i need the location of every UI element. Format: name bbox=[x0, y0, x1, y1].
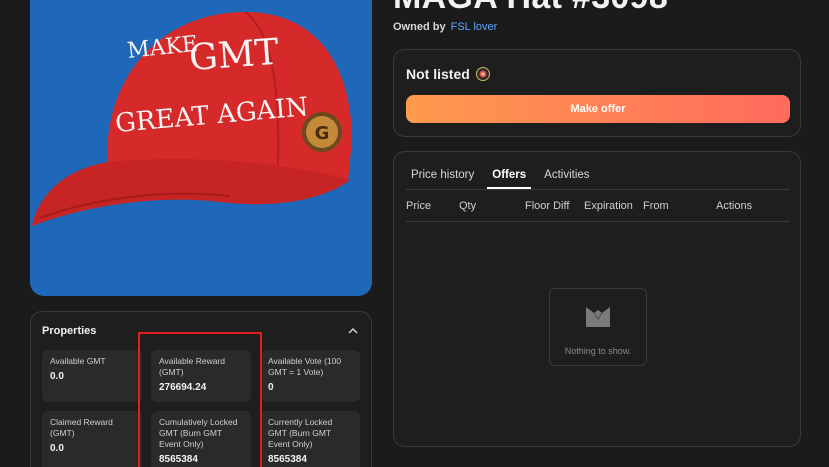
listing-status: Not listed bbox=[406, 66, 490, 82]
tab-price-history[interactable]: Price history bbox=[406, 169, 479, 189]
listing-status-text: Not listed bbox=[406, 66, 470, 82]
property-value: 0.0 bbox=[50, 371, 64, 382]
tab-activities[interactable]: Activities bbox=[539, 169, 594, 189]
properties-panel: Properties Available GMT 0.0 Available R… bbox=[30, 311, 372, 467]
property-value: 276694.24 bbox=[159, 382, 207, 393]
column-actions: Actions bbox=[716, 200, 753, 212]
property-claimed-reward: Claimed Reward (GMT) 0.0 bbox=[42, 411, 142, 467]
column-floor-diff: Floor Diff bbox=[525, 200, 570, 212]
tabs-divider bbox=[406, 189, 790, 190]
column-price: Price bbox=[406, 200, 432, 212]
chevron-up-icon[interactable] bbox=[347, 324, 359, 336]
property-label: Available Reward (GMT) bbox=[159, 356, 225, 377]
property-available-vote: Available Vote (100 GMT = 1 Vote) 0 bbox=[260, 350, 360, 402]
table-header-divider bbox=[406, 221, 790, 222]
property-available-gmt: Available GMT 0.0 bbox=[42, 350, 142, 402]
property-label: Cumulatively Locked GMT (Burn GMT Event … bbox=[159, 417, 238, 449]
offers-tabs: Price history Offers Activities bbox=[406, 169, 603, 189]
owner-line: Owned by FSL lover bbox=[393, 21, 497, 33]
hat-illustration: MAKE GMT GREAT AGAIN G bbox=[30, 0, 372, 296]
property-label: Currently Locked GMT (Burn GMT Event Onl… bbox=[268, 417, 333, 449]
owner-link[interactable]: FSL lover bbox=[451, 21, 498, 33]
owned-by-label: Owned by bbox=[393, 21, 446, 33]
property-currently-locked: Currently Locked GMT (Burn GMT Event Onl… bbox=[260, 411, 360, 467]
offers-table-header: Price Qty Floor Diff Expiration From Act… bbox=[406, 200, 790, 222]
property-label: Available GMT bbox=[50, 356, 106, 366]
property-available-reward: Available Reward (GMT) 276694.24 bbox=[151, 350, 251, 402]
properties-title: Properties bbox=[42, 325, 97, 337]
svg-text:G: G bbox=[315, 123, 330, 144]
nft-title: MAGA Hat #3098 bbox=[393, 0, 668, 17]
property-value: 8565384 bbox=[159, 454, 198, 465]
hat-text-line2: GMT bbox=[188, 32, 280, 79]
offers-panel: Price history Offers Activities Price Qt… bbox=[393, 151, 801, 447]
column-expiration: Expiration bbox=[584, 200, 633, 212]
nft-image[interactable]: MAKE GMT GREAT AGAIN G bbox=[30, 0, 372, 296]
column-from: From bbox=[643, 200, 669, 212]
property-value: 0 bbox=[268, 382, 274, 393]
tab-offers[interactable]: Offers bbox=[487, 169, 532, 189]
listing-card: Not listed Make offer bbox=[393, 49, 801, 137]
column-qty: Qty bbox=[459, 200, 477, 212]
page: MAKE GMT GREAT AGAIN G MAGA Hat #3098 Ow… bbox=[0, 0, 829, 467]
property-label: Claimed Reward (GMT) bbox=[50, 417, 113, 438]
property-label: Available Vote (100 GMT = 1 Vote) bbox=[268, 356, 342, 377]
empty-box-icon bbox=[584, 303, 612, 331]
make-offer-button[interactable]: Make offer bbox=[406, 95, 790, 123]
empty-state: Nothing to show. bbox=[549, 288, 647, 366]
property-value: 8565384 bbox=[268, 454, 307, 465]
property-value: 0.0 bbox=[50, 443, 64, 454]
property-cumulatively-locked: Cumulatively Locked GMT (Burn GMT Event … bbox=[151, 411, 251, 467]
empty-state-text: Nothing to show. bbox=[564, 346, 632, 356]
gmt-token-icon bbox=[475, 67, 490, 81]
